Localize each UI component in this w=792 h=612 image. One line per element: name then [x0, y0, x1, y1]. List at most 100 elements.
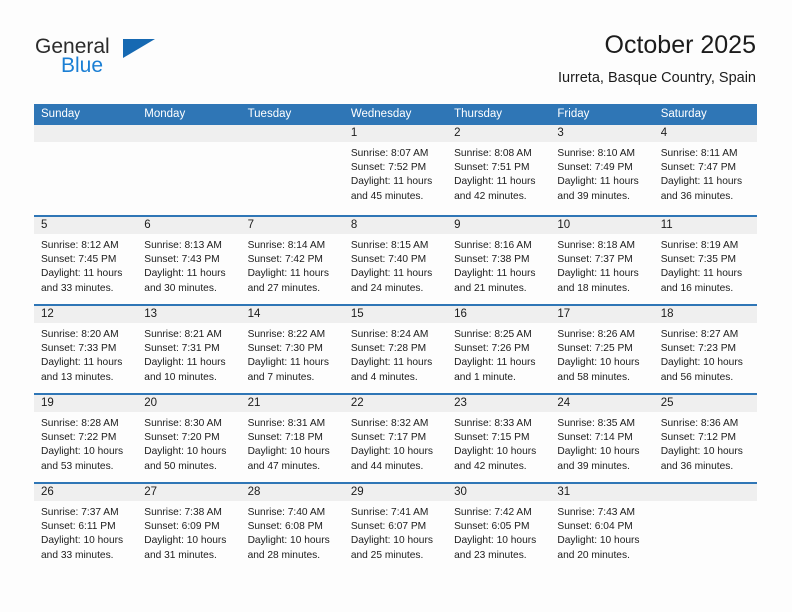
day-cell[interactable]: 17 Sunrise: 8:26 AM Sunset: 7:25 PM Dayl…: [550, 306, 654, 393]
day-details: Sunrise: 8:19 AM Sunset: 7:35 PM Dayligh…: [654, 234, 757, 296]
day-number: 28: [240, 484, 344, 501]
day-cell[interactable]: 26 Sunrise: 7:37 AM Sunset: 6:11 PM Dayl…: [34, 484, 138, 571]
sunset-text: Sunset: 7:26 PM: [454, 343, 530, 355]
day-cell[interactable]: 12 Sunrise: 8:20 AM Sunset: 7:33 PM Dayl…: [34, 306, 138, 393]
daylight-text-line2: and 47 minutes.: [247, 460, 321, 472]
day-cell[interactable]: 31 Sunrise: 7:43 AM Sunset: 6:04 PM Dayl…: [550, 484, 654, 571]
day-details: Sunrise: 8:26 AM Sunset: 7:25 PM Dayligh…: [550, 323, 653, 385]
calendar-grid: Sunday Monday Tuesday Wednesday Thursday…: [34, 104, 757, 571]
day-number: 10: [550, 217, 654, 234]
sunrise-text: Sunrise: 8:15 AM: [350, 240, 429, 251]
daylight-text-line2: and 36 minutes.: [660, 460, 734, 472]
daylight-text-line2: and 56 minutes.: [660, 371, 734, 383]
sunrise-text: Sunrise: 8:33 AM: [454, 418, 532, 429]
day-cell[interactable]: 3 Sunrise: 8:10 AM Sunset: 7:49 PM Dayli…: [550, 125, 654, 215]
day-cell[interactable]: 28 Sunrise: 7:40 AM Sunset: 6:08 PM Dayl…: [240, 484, 344, 571]
day-cell[interactable]: [653, 484, 757, 571]
sunset-text: Sunset: 6:05 PM: [454, 521, 530, 533]
day-details: Sunrise: 8:14 AM Sunset: 7:42 PM Dayligh…: [241, 234, 344, 296]
day-cell[interactable]: 6 Sunrise: 8:13 AM Sunset: 7:43 PM Dayli…: [137, 217, 241, 304]
sunrise-text: Sunrise: 8:07 AM: [350, 148, 429, 159]
day-cell[interactable]: 21 Sunrise: 8:31 AM Sunset: 7:18 PM Dayl…: [240, 395, 344, 482]
day-details: Sunrise: 8:08 AM Sunset: 7:51 PM Dayligh…: [447, 142, 550, 204]
sunrise-text: Sunrise: 7:38 AM: [144, 507, 222, 518]
day-cell[interactable]: 4 Sunrise: 8:11 AM Sunset: 7:47 PM Dayli…: [653, 125, 757, 215]
daylight-text-line1: Daylight: 11 hours: [350, 268, 433, 280]
daylight-text-line1: Daylight: 11 hours: [247, 357, 329, 369]
day-cell[interactable]: [240, 125, 344, 215]
day-details: Sunrise: 8:11 AM Sunset: 7:47 PM Dayligh…: [654, 142, 757, 204]
day-cell[interactable]: 20 Sunrise: 8:30 AM Sunset: 7:20 PM Dayl…: [137, 395, 241, 482]
sunrise-text: Sunrise: 8:14 AM: [247, 240, 326, 251]
daylight-text-line1: Daylight: 11 hours: [350, 176, 433, 188]
daylight-text-line2: and 10 minutes.: [144, 371, 217, 383]
daylight-text-line2: and 50 minutes.: [144, 460, 217, 472]
day-cell[interactable]: 27 Sunrise: 7:38 AM Sunset: 6:09 PM Dayl…: [137, 484, 241, 571]
daylight-text-line2: and 20 minutes.: [557, 549, 630, 561]
day-number: [653, 484, 757, 501]
day-details: Sunrise: 8:36 AM Sunset: 7:12 PM Dayligh…: [654, 412, 757, 474]
daylight-text-line2: and 27 minutes.: [247, 282, 321, 294]
daylight-text-line2: and 24 minutes.: [350, 282, 424, 294]
sunset-text: Sunset: 7:38 PM: [454, 254, 530, 266]
sunrise-text: Sunrise: 7:40 AM: [247, 507, 326, 518]
day-details: Sunrise: 8:20 AM Sunset: 7:33 PM Dayligh…: [34, 323, 137, 385]
day-cell[interactable]: 11 Sunrise: 8:19 AM Sunset: 7:35 PM Dayl…: [653, 217, 757, 304]
day-cell[interactable]: [137, 125, 241, 215]
day-cell[interactable]: 5 Sunrise: 8:12 AM Sunset: 7:45 PM Dayli…: [34, 217, 138, 304]
daylight-text-line2: and 53 minutes.: [41, 460, 114, 472]
sunrise-text: Sunrise: 8:24 AM: [350, 329, 429, 340]
day-details: Sunrise: 8:27 AM Sunset: 7:23 PM Dayligh…: [654, 323, 757, 385]
sunrise-text: Sunrise: 8:27 AM: [660, 329, 739, 340]
day-cell[interactable]: 13 Sunrise: 8:21 AM Sunset: 7:31 PM Dayl…: [137, 306, 241, 393]
day-details: Sunrise: 8:13 AM Sunset: 7:43 PM Dayligh…: [137, 234, 240, 296]
daylight-text-line2: and 39 minutes.: [557, 190, 630, 202]
sunset-text: Sunset: 7:43 PM: [144, 254, 220, 266]
day-details: Sunrise: 8:31 AM Sunset: 7:18 PM Dayligh…: [241, 412, 344, 474]
day-details: Sunrise: 7:37 AM Sunset: 6:11 PM Dayligh…: [34, 501, 137, 563]
daylight-text-line2: and 4 minutes.: [350, 371, 418, 383]
day-cell[interactable]: 24 Sunrise: 8:35 AM Sunset: 7:14 PM Dayl…: [550, 395, 654, 482]
day-cell[interactable]: 10 Sunrise: 8:18 AM Sunset: 7:37 PM Dayl…: [550, 217, 654, 304]
day-cell[interactable]: 7 Sunrise: 8:14 AM Sunset: 7:42 PM Dayli…: [240, 217, 344, 304]
day-details: Sunrise: 8:07 AM Sunset: 7:52 PM Dayligh…: [344, 142, 447, 204]
daylight-text-line2: and 30 minutes.: [144, 282, 217, 294]
daylight-text-line1: Daylight: 10 hours: [41, 535, 124, 547]
daylight-text-line1: Daylight: 10 hours: [660, 357, 743, 369]
day-cell[interactable]: 22 Sunrise: 8:32 AM Sunset: 7:17 PM Dayl…: [343, 395, 448, 482]
weekday-header-tuesday: Tuesday: [247, 108, 292, 120]
sunset-text: Sunset: 7:30 PM: [247, 343, 323, 355]
sunrise-text: Sunrise: 8:19 AM: [660, 240, 739, 251]
day-cell[interactable]: 16 Sunrise: 8:25 AM Sunset: 7:26 PM Dayl…: [447, 306, 551, 393]
day-number: 5: [34, 217, 138, 234]
day-cell[interactable]: 9 Sunrise: 8:16 AM Sunset: 7:38 PM Dayli…: [447, 217, 551, 304]
day-cell[interactable]: 29 Sunrise: 7:41 AM Sunset: 6:07 PM Dayl…: [343, 484, 448, 571]
day-cell[interactable]: 14 Sunrise: 8:22 AM Sunset: 7:30 PM Dayl…: [240, 306, 344, 393]
day-cell[interactable]: 18 Sunrise: 8:27 AM Sunset: 7:23 PM Dayl…: [653, 306, 757, 393]
day-cell[interactable]: 2 Sunrise: 8:08 AM Sunset: 7:51 PM Dayli…: [447, 125, 551, 215]
day-cell[interactable]: 15 Sunrise: 8:24 AM Sunset: 7:28 PM Dayl…: [343, 306, 448, 393]
day-cell[interactable]: [34, 125, 138, 215]
weekday-header-saturday: Saturday: [660, 108, 707, 120]
day-cell[interactable]: 1 Sunrise: 8:07 AM Sunset: 7:52 PM Dayli…: [343, 125, 448, 215]
day-cell[interactable]: 30 Sunrise: 7:42 AM Sunset: 6:05 PM Dayl…: [447, 484, 551, 571]
sunset-text: Sunset: 7:31 PM: [144, 343, 220, 355]
daylight-text-line1: Daylight: 10 hours: [557, 446, 640, 458]
day-details: Sunrise: 8:10 AM Sunset: 7:49 PM Dayligh…: [550, 142, 653, 204]
day-cell[interactable]: 19 Sunrise: 8:28 AM Sunset: 7:22 PM Dayl…: [34, 395, 138, 482]
day-details: [241, 142, 344, 147]
day-details: Sunrise: 8:30 AM Sunset: 7:20 PM Dayligh…: [137, 412, 240, 474]
daylight-text-line2: and 33 minutes.: [41, 549, 114, 561]
day-cell[interactable]: 23 Sunrise: 8:33 AM Sunset: 7:15 PM Dayl…: [447, 395, 551, 482]
sunset-text: Sunset: 7:37 PM: [557, 254, 633, 266]
day-cell[interactable]: 8 Sunrise: 8:15 AM Sunset: 7:40 PM Dayli…: [343, 217, 448, 304]
day-number: 7: [240, 217, 344, 234]
day-cell[interactable]: 25 Sunrise: 8:36 AM Sunset: 7:12 PM Dayl…: [653, 395, 757, 482]
sunrise-text: Sunrise: 8:28 AM: [41, 418, 119, 429]
sunrise-text: Sunrise: 8:18 AM: [557, 240, 635, 251]
sunrise-text: Sunrise: 8:10 AM: [557, 148, 635, 159]
sunset-text: Sunset: 7:12 PM: [660, 432, 737, 444]
daylight-text-line1: Daylight: 11 hours: [454, 357, 536, 369]
logo-text-blue: Blue: [61, 54, 104, 77]
sunset-text: Sunset: 7:35 PM: [660, 254, 737, 266]
